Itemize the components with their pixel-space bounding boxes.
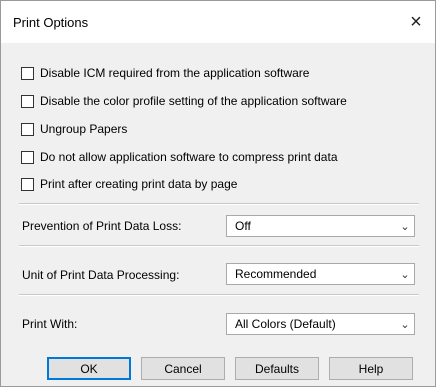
print-with-select[interactable]: All Colors (Default) ⌄ xyxy=(226,313,415,335)
print-options-dialog: Print Options × Disable ICM required fro… xyxy=(0,0,436,387)
checkbox-disable-color-profile[interactable]: Disable the color profile setting of the… xyxy=(21,94,347,108)
chevron-down-icon[interactable]: ⌄ xyxy=(396,220,414,233)
close-icon[interactable]: × xyxy=(403,9,429,35)
defaults-button[interactable]: Defaults xyxy=(235,357,319,380)
checkbox-label: Disable the color profile setting of the… xyxy=(40,94,347,108)
cancel-button[interactable]: Cancel xyxy=(141,357,225,380)
checkbox-box[interactable] xyxy=(21,94,34,108)
print-with-value: All Colors (Default) xyxy=(235,317,336,331)
processing-value: Recommended xyxy=(235,267,317,281)
separator xyxy=(19,203,419,205)
checkbox-label: Do not allow application software to com… xyxy=(40,150,338,164)
print-with-label: Print With: xyxy=(22,317,78,331)
checkbox-disable-icm[interactable]: Disable ICM required from the applicatio… xyxy=(21,66,309,80)
checkbox-label: Ungroup Papers xyxy=(40,122,128,136)
title-bar: Print Options × xyxy=(1,1,435,43)
dialog-title: Print Options xyxy=(13,15,89,30)
chevron-down-icon[interactable]: ⌄ xyxy=(396,268,414,281)
separator xyxy=(19,294,419,296)
processing-select[interactable]: Recommended ⌄ xyxy=(226,263,415,285)
checkbox-box[interactable] xyxy=(21,177,34,191)
separator xyxy=(19,245,419,247)
checkbox-box[interactable] xyxy=(21,122,34,136)
data-loss-select[interactable]: Off ⌄ xyxy=(226,215,415,237)
data-loss-label: Prevention of Print Data Loss: xyxy=(22,219,182,233)
processing-label: Unit of Print Data Processing: xyxy=(22,268,180,282)
checkbox-label: Print after creating print data by page xyxy=(40,177,238,191)
checkbox-box[interactable] xyxy=(21,66,34,80)
checkbox-ungroup-papers[interactable]: Ungroup Papers xyxy=(21,122,127,136)
checkbox-label: Disable ICM required from the applicatio… xyxy=(40,66,310,80)
checkbox-print-after-page[interactable]: Print after creating print data by page xyxy=(21,177,237,191)
checkbox-box[interactable] xyxy=(21,150,34,164)
checkbox-no-compress[interactable]: Do not allow application software to com… xyxy=(21,150,338,164)
data-loss-value: Off xyxy=(235,219,251,233)
ok-button[interactable]: OK xyxy=(47,357,131,380)
chevron-down-icon[interactable]: ⌄ xyxy=(396,318,414,331)
help-button[interactable]: Help xyxy=(329,357,413,380)
